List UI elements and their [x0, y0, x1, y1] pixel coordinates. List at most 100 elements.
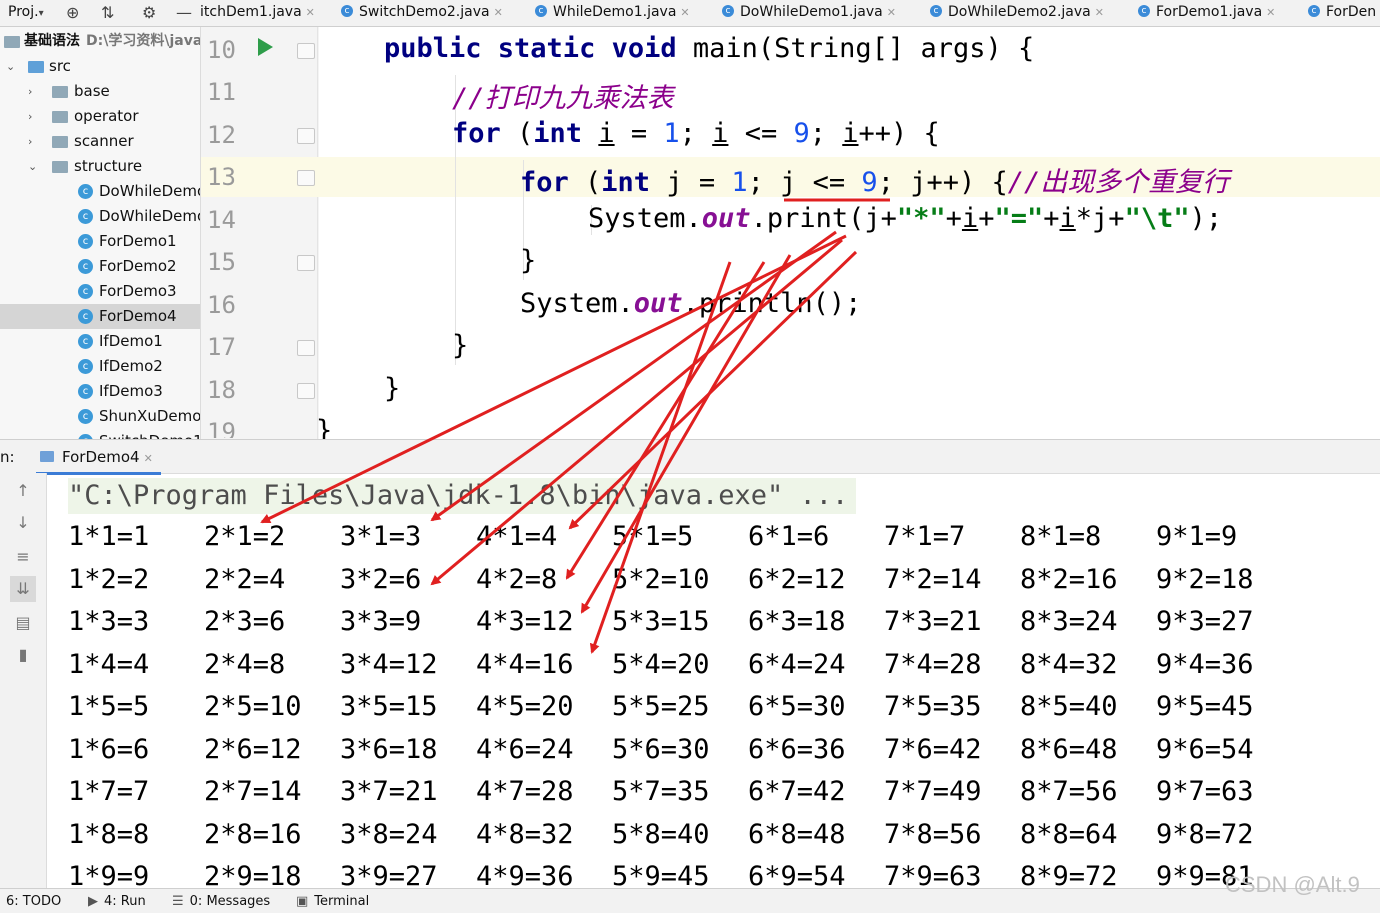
- tree-item-operator[interactable]: › operator: [0, 104, 200, 129]
- line-number: 13: [207, 163, 236, 191]
- tree-item-label: IfDemo3: [99, 382, 163, 400]
- run-button[interactable]: ▶ 4: Run: [88, 894, 146, 909]
- code-line-11[interactable]: //打印九九乘法表: [452, 76, 674, 115]
- close-icon[interactable]: ✕: [680, 6, 689, 19]
- console-cell: 6*1=6: [748, 521, 830, 552]
- minimize-icon[interactable]: —: [176, 0, 192, 26]
- messages-button[interactable]: ☰ 0: Messages: [172, 894, 270, 909]
- scroll-down-icon[interactable]: ↓: [14, 513, 32, 532]
- run-gutter-icon[interactable]: [258, 38, 273, 56]
- tree-item-shunxudemo[interactable]: c ShunXuDemo: [0, 404, 200, 429]
- tree-item-ifdemo1[interactable]: c IfDemo1: [0, 329, 200, 354]
- bottom-tool-bar: 6: TODO ▶ 4: Run ☰ 0: Messages ▣ Terminal: [0, 888, 1380, 913]
- tree-item-switchdemo1[interactable]: cSwitchDemo1: [0, 429, 200, 439]
- tree-item-label: SwitchDemo1: [99, 429, 200, 439]
- todo-button[interactable]: 6: TODO: [6, 894, 61, 909]
- chevron-down-icon[interactable]: ⌄: [28, 154, 37, 179]
- console-cell: 5*4=20: [612, 648, 710, 680]
- collapse-icon[interactable]: ⇅: [101, 0, 114, 26]
- tree-item-fordemo1[interactable]: c ForDemo1: [0, 229, 200, 254]
- tab-while-demo1[interactable]: c WhileDemo1.java ✕: [535, 0, 690, 26]
- console-cell: 9*2=18: [1156, 563, 1254, 595]
- console-cell: 9*8=72: [1156, 818, 1254, 850]
- close-icon[interactable]: ✕: [887, 6, 896, 19]
- tree-item-project-root[interactable]: 基础语法 D:\学习资料\java: [0, 29, 200, 54]
- tree-item-scanner[interactable]: › scanner: [0, 129, 200, 154]
- tab-label: ForDen: [1326, 4, 1377, 20]
- code-line-13[interactable]: for (int j = 1; j <= 9; j++) {//出现多个重复行: [520, 160, 1229, 199]
- source-folder-icon: [28, 61, 44, 73]
- chevron-right-icon[interactable]: ›: [28, 79, 32, 104]
- tree-item-ifdemo3[interactable]: c IfDemo3: [0, 379, 200, 404]
- chevron-down-icon[interactable]: ⌄: [6, 54, 15, 79]
- close-icon[interactable]: ✕: [144, 452, 153, 465]
- console-cell: 1*2=2: [68, 563, 150, 595]
- tree-item-fordemo4[interactable]: c ForDemo4: [0, 304, 200, 329]
- console-cell: 5*7=35: [612, 776, 710, 807]
- close-icon[interactable]: ✕: [494, 6, 503, 19]
- tree-item-base[interactable]: › base: [0, 79, 200, 104]
- close-icon[interactable]: ✕: [1095, 6, 1104, 19]
- tree-item-fordemo2[interactable]: c ForDemo2: [0, 254, 200, 279]
- code-line-16[interactable]: System.out.println();: [520, 288, 861, 319]
- tree-item-src[interactable]: ⌄ src: [0, 54, 200, 79]
- code-line-15[interactable]: }: [520, 245, 536, 276]
- fold-marker-icon[interactable]: [297, 43, 315, 59]
- tree-item-ifdemo2[interactable]: c IfDemo2: [0, 354, 200, 379]
- tab-do-while-demo2[interactable]: c DoWhileDemo2.java ✕: [930, 0, 1104, 26]
- fold-marker-icon[interactable]: [297, 128, 315, 144]
- java-class-icon: c: [535, 5, 547, 17]
- chevron-right-icon[interactable]: ›: [28, 104, 32, 129]
- project-tree: 基础语法 D:\学习资料\java ⌄ src › base › operator…: [0, 27, 201, 439]
- code-line-19[interactable]: }: [316, 415, 332, 439]
- scroll-to-end-icon[interactable]: ⇊: [10, 576, 36, 602]
- line-number: 19: [207, 418, 236, 438]
- code-line-18[interactable]: }: [384, 373, 400, 404]
- tree-item-dowhiledemo1[interactable]: c DoWhileDemo1: [0, 179, 200, 204]
- run-label: 4: Run: [104, 894, 146, 909]
- terminal-button[interactable]: ▣ Terminal: [296, 894, 369, 909]
- globe-icon[interactable]: ⊕: [66, 0, 79, 26]
- console-cell: 6*4=24: [748, 648, 846, 680]
- java-class-icon: c: [78, 234, 93, 249]
- code-line-14[interactable]: System.out.print(j+"*"+i+"="+i*j+"\t");: [588, 203, 1222, 234]
- console-cell: 6*2=12: [748, 563, 846, 595]
- tree-item-label: IfDemo1: [99, 332, 163, 350]
- fold-marker-icon[interactable]: [297, 255, 315, 271]
- gear-icon[interactable]: ⚙: [142, 0, 156, 26]
- tab-switch-demo1[interactable]: itchDem1.java ✕: [200, 0, 315, 26]
- tab-for-demo-partial[interactable]: c ForDen: [1308, 0, 1376, 26]
- tab-switch-demo2[interactable]: c SwitchDemo2.java ✕: [341, 0, 503, 26]
- scroll-up-icon[interactable]: ↑: [14, 481, 32, 500]
- soft-wrap-icon[interactable]: ≡: [14, 547, 32, 566]
- tree-item-structure[interactable]: ⌄ structure: [0, 154, 200, 179]
- tab-for-demo1[interactable]: c ForDemo1.java ✕: [1138, 0, 1275, 26]
- close-icon[interactable]: ✕: [306, 6, 315, 19]
- code-line-12[interactable]: for (int i = 1; i <= 9; i++) {: [452, 118, 940, 149]
- close-icon[interactable]: ✕: [1266, 6, 1275, 19]
- print-icon[interactable]: ▤: [14, 613, 32, 632]
- console-cell: 4*1=4: [476, 521, 558, 552]
- line-number: 12: [207, 121, 236, 149]
- tree-item-label: src: [49, 57, 71, 75]
- fold-marker-icon[interactable]: [297, 383, 315, 399]
- tab-do-while-demo1[interactable]: c DoWhileDemo1.java ✕: [722, 0, 896, 26]
- console-cell: 8*2=16: [1020, 563, 1118, 595]
- console-cell: 3*4=12: [340, 648, 438, 680]
- code-line-17[interactable]: }: [452, 330, 468, 361]
- trash-icon[interactable]: ▮: [14, 645, 32, 664]
- tree-item-fordemo3[interactable]: c ForDemo3: [0, 279, 200, 304]
- fold-marker-icon[interactable]: [297, 170, 315, 186]
- run-tab-fordemo4[interactable]: ForDemo4 ✕: [36, 442, 161, 475]
- console-cell: 4*5=20: [476, 691, 574, 722]
- code-line-10[interactable]: public static void main(String[] args) {: [384, 33, 1034, 64]
- console-cell: 6*6=36: [748, 733, 846, 765]
- fold-marker-icon[interactable]: [297, 340, 315, 356]
- dropdown-icon: ▾: [38, 8, 44, 19]
- chevron-right-icon[interactable]: ›: [28, 129, 32, 154]
- java-class-icon: c: [78, 259, 93, 274]
- project-tool-button[interactable]: Proj.▾: [8, 0, 44, 26]
- project-root-path: D:\学习资料\java: [86, 33, 201, 49]
- console-cell: 7*7=49: [884, 776, 982, 807]
- tree-item-dowhiledemo2[interactable]: c DoWhileDemo2: [0, 204, 200, 229]
